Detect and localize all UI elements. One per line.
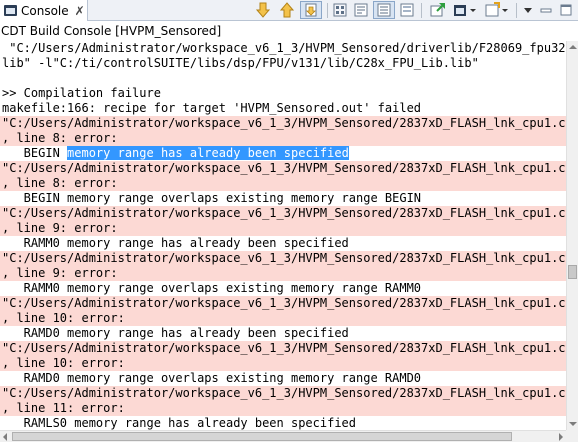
error-line: , line 10: error:	[0, 356, 566, 371]
tab-console-label: Console	[21, 3, 69, 18]
output-line-text: BEGIN memory range overlaps existing mem…	[2, 191, 422, 205]
error-line: "C:/Users/Administrator/workspace_v6_1_3…	[0, 296, 566, 311]
minimize-button[interactable]	[538, 1, 554, 19]
console-title: CDT Build Console [HVPM_Sensored]	[0, 21, 578, 41]
error-line: , line 11: error:	[0, 401, 566, 416]
output-line-text: >> Compilation failure	[2, 86, 161, 100]
view-menu-button[interactable]	[520, 1, 536, 19]
copy-build-log-icon	[333, 3, 347, 17]
output-line: RAMM0 memory range overlaps existing mem…	[0, 281, 566, 296]
error-line: "C:/Users/Administrator/workspace_v6_1_3…	[0, 341, 566, 356]
output-line-text: RAMD0 memory range overlaps existing mem…	[2, 371, 422, 385]
clear-console-button[interactable]	[398, 1, 416, 19]
word-wrap-button[interactable]	[352, 1, 370, 19]
output-line-text: "C:/Users/Administrator/workspace_v6_1_3…	[2, 41, 566, 55]
output-line-text: "C:/Users/Administrator/workspace_v6_1_3…	[2, 206, 566, 220]
error-line: "C:/Users/Administrator/workspace_v6_1_3…	[0, 251, 566, 266]
output-line-text: "C:/Users/Administrator/workspace_v6_1_3…	[2, 116, 566, 130]
output-line-text: , line 8: error:	[2, 131, 118, 145]
error-line: "C:/Users/Administrator/workspace_v6_1_3…	[0, 386, 566, 401]
show-console-button[interactable]	[373, 1, 395, 19]
output-line: RAMD0 memory range has already been spec…	[0, 326, 566, 341]
show-console-icon	[377, 3, 391, 17]
scroll-up-button[interactable]	[278, 1, 296, 19]
output-line-text: "C:/Users/Administrator/workspace_v6_1_3…	[2, 251, 566, 265]
horizontal-scroll-thumb[interactable]	[12, 432, 512, 441]
error-line: , line 8: error:	[0, 176, 566, 191]
output-line-text: BEGIN	[2, 146, 68, 160]
output-line-text: , line 9: error:	[2, 266, 118, 280]
error-line: , line 10: error:	[0, 311, 566, 326]
console-view-toolbar: Console ✗	[0, 0, 578, 21]
output-line: lib" -l"C:/ti/controlSUITE/libs/dsp/FPU/…	[0, 56, 566, 71]
maximize-button[interactable]	[558, 1, 574, 19]
open-console-icon	[485, 2, 508, 17]
error-line: , line 9: error:	[0, 221, 566, 236]
output-line: makefile:166: recipe for target 'HVPM_Se…	[0, 101, 566, 116]
toolbar-separator	[327, 3, 328, 18]
output-line-text: RAMM0 memory range overlaps existing mem…	[2, 281, 422, 295]
scroll-down-icon	[256, 2, 270, 18]
toolbar-separator	[516, 3, 517, 18]
pin-console-button[interactable]	[428, 1, 448, 19]
word-wrap-icon	[354, 3, 368, 17]
copy-build-log-button[interactable]	[331, 1, 349, 19]
output-line-text: , line 8: error:	[2, 176, 118, 190]
scroll-down-button[interactable]	[254, 1, 272, 19]
vertical-scroll-thumb[interactable]	[568, 265, 577, 279]
output-line-text: makefile:166: recipe for target 'HVPM_Se…	[2, 101, 422, 115]
output-line-text: "C:/Users/Administrator/workspace_v6_1_3…	[2, 296, 566, 310]
output-line-text: , line 9: error:	[2, 221, 118, 235]
output-line: "C:/Users/Administrator/workspace_v6_1_3…	[0, 41, 566, 56]
scroll-down-arrow-icon[interactable]	[569, 422, 577, 426]
scroll-up-icon	[280, 2, 294, 18]
scroll-up-arrow-icon[interactable]	[569, 45, 577, 49]
minimize-icon	[540, 8, 552, 13]
scroll-lock-button[interactable]	[300, 1, 322, 19]
toolbar-separator	[421, 3, 422, 18]
output-line-text: "C:/Users/Administrator/workspace_v6_1_3…	[2, 161, 566, 175]
scrollbar-corner	[566, 430, 578, 442]
output-line-text: , line 10: error:	[2, 311, 125, 325]
selected-text: memory range has already been specified	[67, 146, 349, 160]
output-line: RAMM0 memory range has already been spec…	[0, 236, 566, 251]
output-line-text: RAMD0 memory range has already been spec…	[2, 326, 349, 340]
output-line-text: , line 11: error:	[2, 401, 125, 415]
console-icon	[4, 5, 17, 16]
output-line-text: RAMLS0 memory range has already been spe…	[2, 416, 357, 430]
error-line: "C:/Users/Administrator/workspace_v6_1_3…	[0, 206, 566, 221]
output-line: RAMD0 memory range overlaps existing mem…	[0, 371, 566, 386]
output-line: RAMLS0 memory range has already been spe…	[0, 416, 566, 430]
tab-console[interactable]: Console ✗	[0, 0, 88, 21]
output-line-text: lib" -l"C:/ti/controlSUITE/libs/dsp/FPU/…	[2, 56, 479, 70]
error-line: , line 9: error:	[0, 266, 566, 281]
output-line-text: RAMM0 memory range has already been spec…	[2, 236, 349, 250]
scroll-right-arrow-icon[interactable]	[559, 433, 563, 441]
error-line: "C:/Users/Administrator/workspace_v6_1_3…	[0, 116, 566, 131]
display-selected-console-icon	[454, 5, 476, 16]
view-menu-icon	[524, 8, 532, 13]
output-line: BEGIN memory range overlaps existing mem…	[0, 191, 566, 206]
close-icon[interactable]: ✗	[75, 4, 85, 18]
vertical-scrollbar[interactable]	[566, 41, 578, 430]
display-selected-console-button[interactable]	[452, 1, 480, 19]
output-line-text: "C:/Users/Administrator/workspace_v6_1_3…	[2, 341, 566, 355]
error-line: "C:/Users/Administrator/workspace_v6_1_3…	[0, 161, 566, 176]
scroll-lock-icon	[305, 3, 317, 17]
maximize-icon	[560, 4, 572, 16]
output-line: BEGIN memory range has already been spec…	[0, 146, 566, 161]
output-line: >> Compilation failure	[0, 86, 566, 101]
console-output[interactable]: "C:/Users/Administrator/workspace_v6_1_3…	[0, 41, 566, 430]
open-console-button[interactable]	[484, 1, 512, 19]
scroll-left-arrow-icon[interactable]	[3, 433, 7, 441]
horizontal-scrollbar[interactable]	[0, 430, 566, 442]
output-line-text: "C:/Users/Administrator/workspace_v6_1_3…	[2, 386, 566, 400]
error-line: , line 8: error:	[0, 131, 566, 146]
pin-console-icon	[430, 3, 445, 17]
output-line-text: , line 10: error:	[2, 356, 125, 370]
clear-console-icon	[400, 3, 414, 17]
